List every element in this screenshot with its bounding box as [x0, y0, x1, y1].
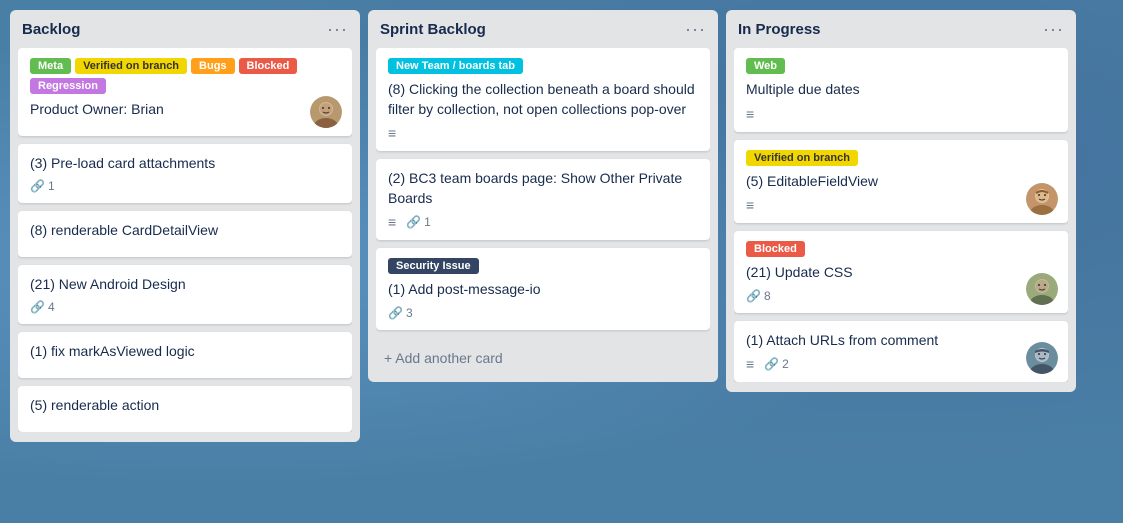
card[interactable]: Web Multiple due dates ≡	[734, 48, 1068, 132]
paperclip-icon: 🔗	[30, 179, 45, 193]
board: Backlog···MetaVerified on branchBugsBloc…	[10, 10, 1113, 513]
column-menu-button[interactable]: ···	[1043, 20, 1064, 38]
card[interactable]: Blocked (21) Update CSS 🔗8	[734, 231, 1068, 313]
cards-container: MetaVerified on branchBugsBlocked Regress…	[18, 48, 352, 432]
card-meta: 🔗4	[30, 300, 340, 314]
column-header: In Progress ···	[734, 20, 1068, 38]
card-labels: Security Issue	[388, 258, 698, 274]
card[interactable]: Security Issue (1) Add post-message-io 🔗3	[376, 248, 710, 330]
card[interactable]: (1) Attach URLs from comment ≡ 🔗2	[734, 321, 1068, 383]
card-title: (21) Update CSS	[746, 263, 1056, 283]
card-label: Verified on branch	[746, 150, 858, 166]
card-title: Product Owner: Brian	[30, 100, 340, 120]
card-title: (5) EditableFieldView	[746, 172, 1056, 192]
card[interactable]: New Team / boards tab (8) Clicking the co…	[376, 48, 710, 151]
card[interactable]: (21) New Android Design 🔗4	[18, 265, 352, 325]
card-label: New Team / boards tab	[388, 58, 523, 74]
card[interactable]: Verified on branch (5) EditableFieldView ≡	[734, 140, 1068, 224]
attachment-count: 🔗2	[764, 357, 789, 371]
attach-count: 3	[406, 306, 413, 320]
paperclip-icon: 🔗	[764, 357, 779, 371]
card-title: (8) Clicking the collection beneath a bo…	[388, 80, 698, 119]
card-meta: ≡	[388, 125, 698, 141]
card-labels: Web	[746, 58, 1056, 74]
card-meta: ≡ 🔗2	[746, 356, 1056, 372]
card-label: Web	[746, 58, 785, 74]
card-meta: ≡	[746, 106, 1056, 122]
column-menu-button[interactable]: ···	[327, 20, 348, 38]
card[interactable]: (1) fix markAsViewed logic	[18, 332, 352, 378]
paperclip-icon: 🔗	[406, 215, 421, 229]
description-icon: ≡	[746, 197, 754, 213]
card-label: Blocked	[239, 58, 298, 74]
card-meta: ≡	[746, 197, 1056, 213]
attach-count: 8	[764, 289, 771, 303]
description-icon: ≡	[746, 356, 754, 372]
attachment-count: 🔗1	[30, 179, 55, 193]
attachment-count: 🔗1	[406, 215, 431, 229]
column-title: Backlog	[22, 21, 80, 38]
cards-container: New Team / boards tab (8) Clicking the co…	[376, 48, 710, 372]
card-label: Bugs	[191, 58, 235, 74]
column-header: Sprint Backlog ···	[376, 20, 710, 38]
paperclip-icon: 🔗	[746, 289, 761, 303]
avatar	[310, 96, 342, 128]
description-icon: ≡	[746, 106, 754, 122]
card-labels: Verified on branch	[746, 150, 1056, 166]
card-title: (1) Attach URLs from comment	[746, 331, 1056, 351]
card-title: (5) renderable action	[30, 396, 340, 416]
cards-container: WebMultiple due dates≡Verified on branch…	[734, 48, 1068, 382]
card-label: Security Issue	[388, 258, 479, 274]
description-icon: ≡	[388, 214, 396, 230]
card-label: Blocked	[746, 241, 805, 257]
attachment-count: 🔗4	[30, 300, 55, 314]
card-label: Meta	[30, 58, 71, 74]
description-icon: ≡	[746, 106, 754, 122]
description-icon: ≡	[388, 125, 396, 141]
card-meta: 🔗3	[388, 306, 698, 320]
column-sprint-backlog: Sprint Backlog ··· New Team / boards tab (8…	[368, 10, 718, 382]
column-menu-button[interactable]: ···	[685, 20, 706, 38]
attach-count: 2	[782, 357, 789, 371]
card-labels: MetaVerified on branchBugsBlocked Regress…	[30, 58, 340, 94]
card[interactable]: (2) BC3 team boards page: Show Other Pri…	[376, 159, 710, 240]
card-meta: 🔗1	[30, 179, 340, 193]
card-label: Verified on branch	[75, 58, 187, 74]
card-title: (3) Pre-load card attachments	[30, 154, 340, 174]
description-icon: ≡	[388, 125, 396, 141]
card-meta: ≡ 🔗1	[388, 214, 698, 230]
attach-count: 1	[48, 179, 55, 193]
card-title: (8) renderable CardDetailView	[30, 221, 340, 241]
card-labels: New Team / boards tab	[388, 58, 698, 74]
attachment-count: 🔗3	[388, 306, 413, 320]
add-card-button[interactable]: + Add another card	[376, 344, 710, 372]
card[interactable]: (3) Pre-load card attachments 🔗1	[18, 144, 352, 204]
avatar	[1026, 273, 1058, 305]
card-title: (1) Add post-message-io	[388, 280, 698, 300]
description-icon: ≡	[746, 197, 754, 213]
description-icon: ≡	[746, 356, 754, 372]
column-title: Sprint Backlog	[380, 21, 486, 38]
avatar	[1026, 183, 1058, 215]
card-title: (21) New Android Design	[30, 275, 340, 295]
description-icon: ≡	[388, 214, 396, 230]
card-labels: Blocked	[746, 241, 1056, 257]
attachment-count: 🔗8	[746, 289, 771, 303]
column-backlog: Backlog ··· MetaVerified on branchBugsBloc…	[10, 10, 360, 442]
card-title: (1) fix markAsViewed logic	[30, 342, 340, 362]
card[interactable]: (5) renderable action	[18, 386, 352, 432]
attach-count: 4	[48, 300, 55, 314]
attach-count: 1	[424, 215, 431, 229]
card-meta: 🔗8	[746, 289, 1056, 303]
column-title: In Progress	[738, 21, 821, 38]
card-title: (2) BC3 team boards page: Show Other Pri…	[388, 169, 698, 208]
paperclip-icon: 🔗	[388, 306, 403, 320]
column-in-progress: In Progress···WebMultiple due dates≡Veri…	[726, 10, 1076, 392]
card-label: Regression	[30, 78, 106, 94]
card-title: Multiple due dates	[746, 80, 1056, 100]
card[interactable]: (8) renderable CardDetailView	[18, 211, 352, 257]
card[interactable]: MetaVerified on branchBugsBlocked Regress…	[18, 48, 352, 136]
paperclip-icon: 🔗	[30, 300, 45, 314]
column-header: Backlog ···	[18, 20, 352, 38]
